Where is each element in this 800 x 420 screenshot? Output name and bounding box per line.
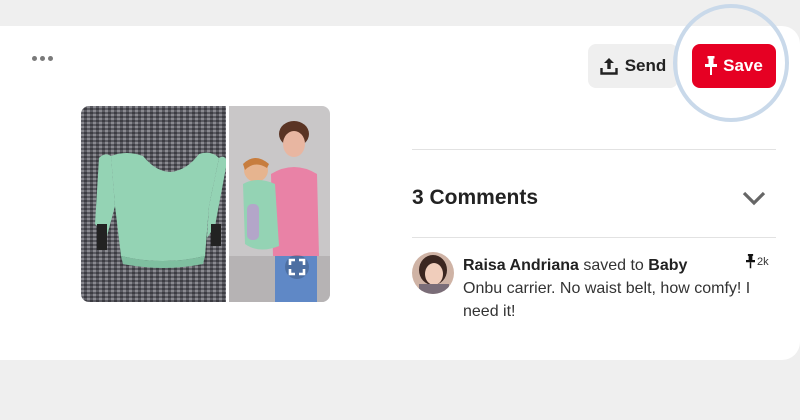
ellipsis-dot xyxy=(40,56,45,61)
save-button[interactable]: Save xyxy=(692,44,776,88)
pushpin-icon xyxy=(705,56,718,75)
pushpin-icon xyxy=(746,254,755,269)
section-divider xyxy=(412,237,776,238)
comment-text: Onbu carrier. No waist belt, how comfy! … xyxy=(463,280,751,320)
more-options-button[interactable] xyxy=(32,56,53,61)
comment-action: saved to xyxy=(578,257,649,274)
expand-icon[interactable] xyxy=(285,255,309,279)
comment-author[interactable]: Raisa Andriana xyxy=(463,257,579,274)
avatar[interactable] xyxy=(412,252,454,294)
chevron-down-icon[interactable] xyxy=(742,188,766,208)
ellipsis-dot xyxy=(48,56,53,61)
comment-body: Raisa Andriana saved to Baby Onbu carrie… xyxy=(463,254,753,323)
save-label: Save xyxy=(723,56,763,75)
upload-icon xyxy=(600,58,618,75)
send-button[interactable]: Send xyxy=(588,44,678,88)
comment-board[interactable]: Baby xyxy=(648,257,687,274)
section-divider xyxy=(412,149,776,150)
ellipsis-dot xyxy=(32,56,37,61)
comments-title: 3 Comments xyxy=(412,186,539,209)
save-count-value: 2k xyxy=(757,255,769,268)
send-label: Send xyxy=(624,56,667,75)
save-count: 2k xyxy=(746,254,769,269)
